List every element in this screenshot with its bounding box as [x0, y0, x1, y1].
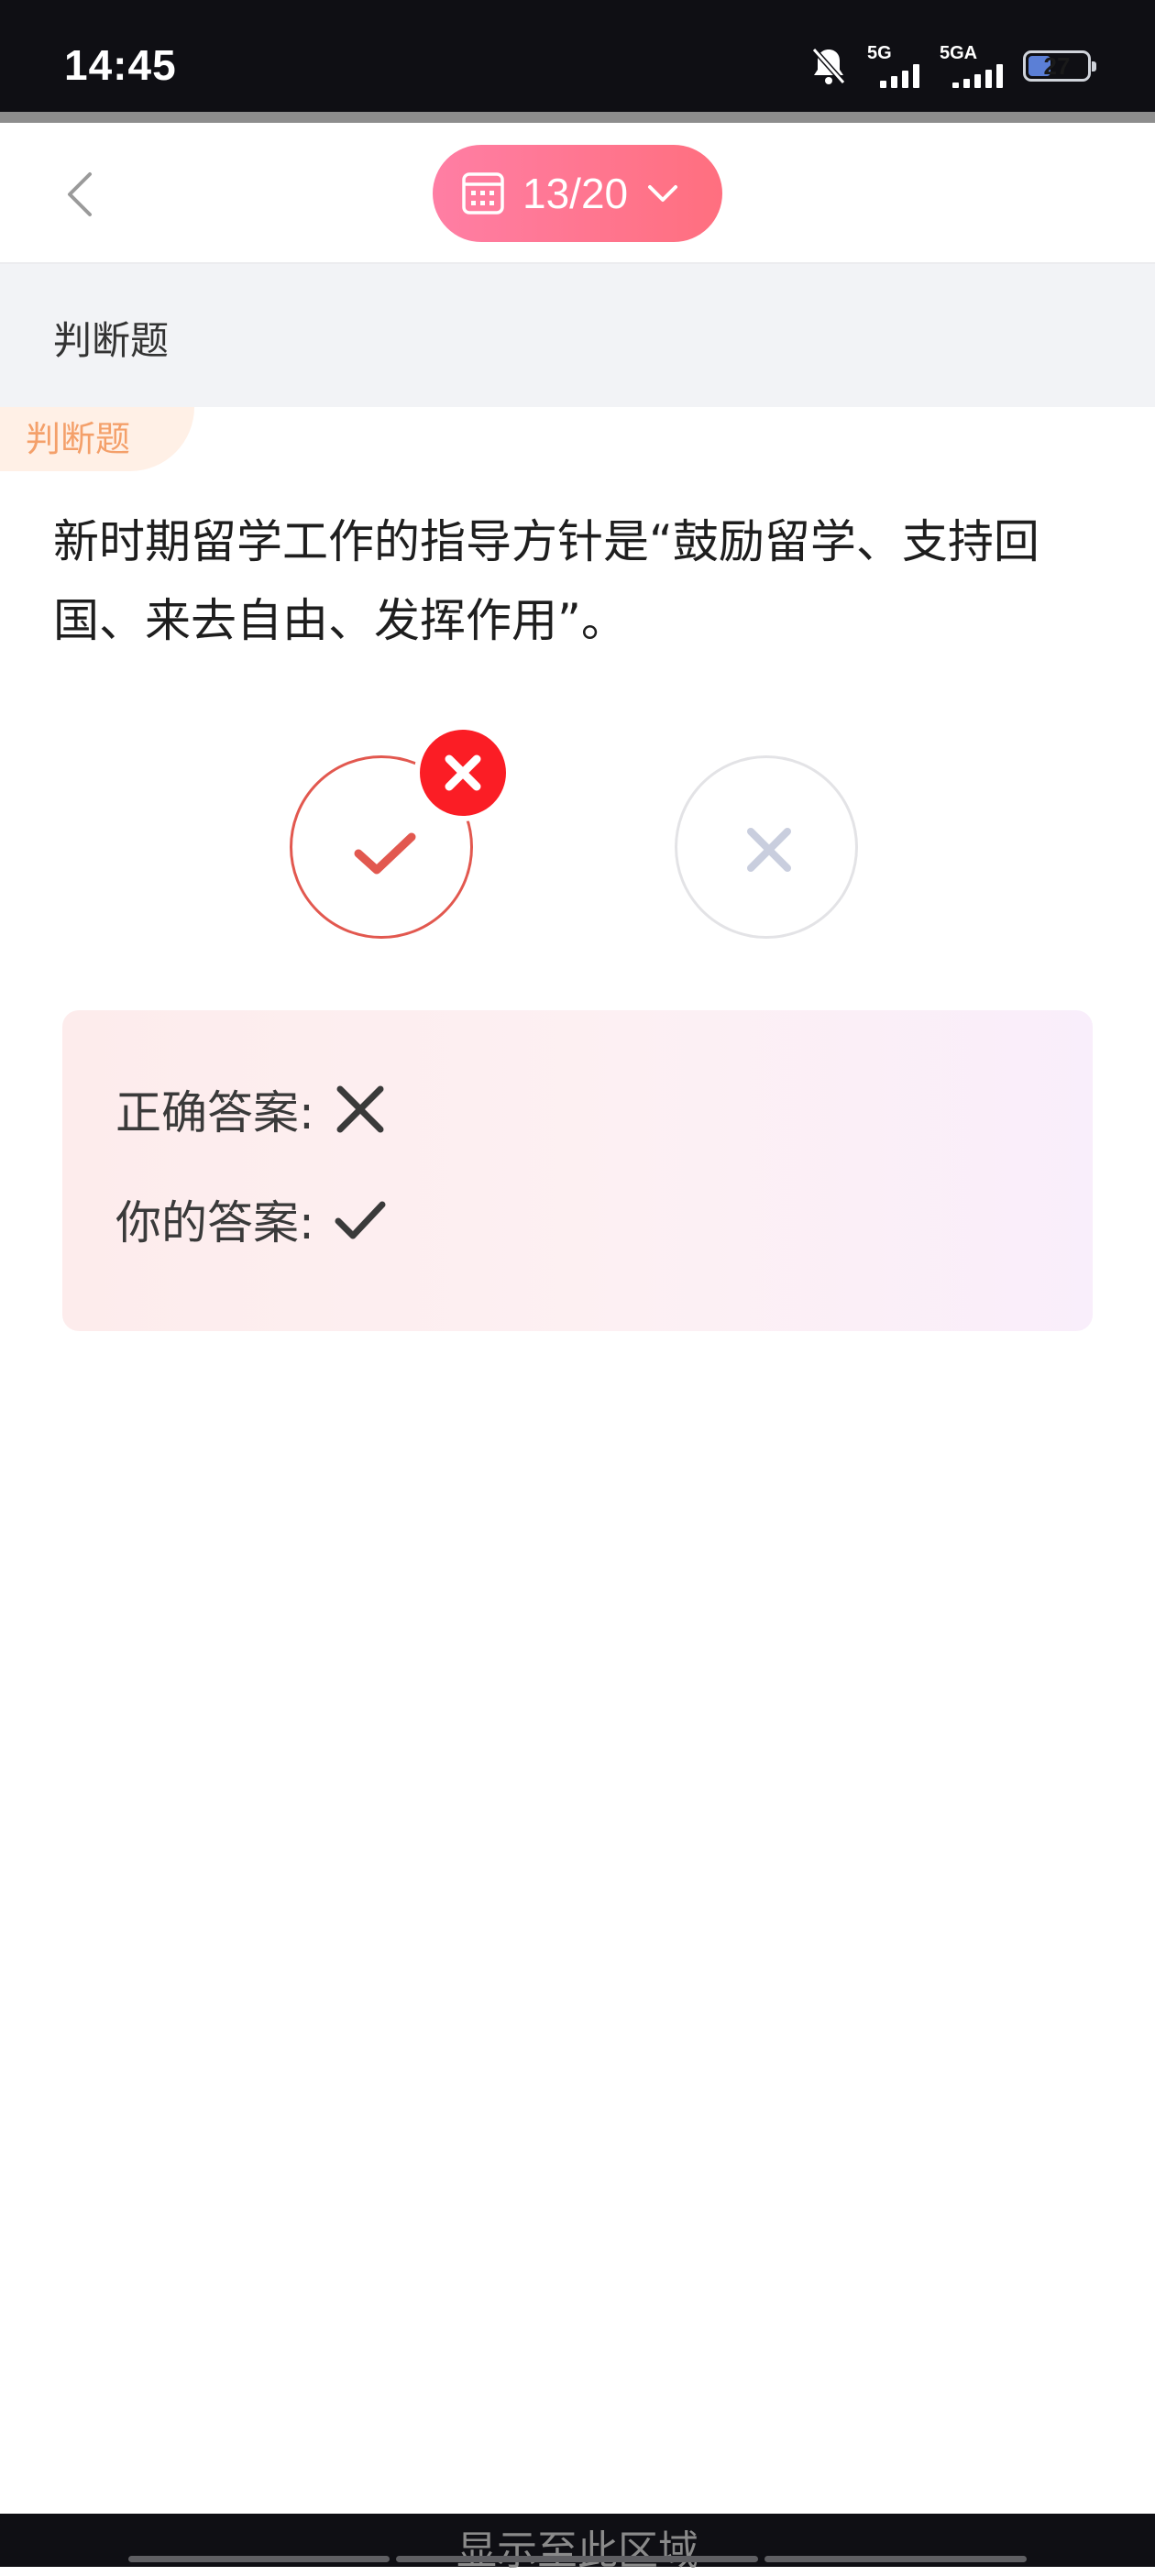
status-divider	[0, 112, 1155, 123]
status-time: 14:45	[64, 41, 177, 89]
status-icons: 5G 5GA 27	[810, 40, 1096, 92]
signal-5ga: 5GA	[940, 44, 1003, 88]
progress-count: 13/20	[522, 170, 629, 217]
signal-icon	[880, 62, 919, 88]
correct-answer-label: 正确答案:	[116, 1086, 314, 1139]
your-answer-row: 你的答案:	[116, 1186, 390, 1252]
wrong-answer-badge	[414, 724, 512, 821]
option-false-button[interactable]	[675, 755, 858, 939]
signal-icon	[952, 62, 1003, 88]
cross-icon	[445, 754, 481, 791]
status-bar: 14:45 5G 5GA 27	[0, 0, 1155, 112]
question-type-tag: 判断题	[0, 407, 194, 471]
gesture-bar	[128, 2556, 390, 2562]
chevron-left-icon	[68, 172, 92, 216]
nav-bar: 13/20	[0, 123, 1155, 264]
section-header: 判断题	[0, 264, 1155, 407]
signal-5g: 5G	[867, 44, 919, 88]
your-answer-label: 你的答案:	[116, 1196, 314, 1249]
check-icon	[335, 1201, 386, 1239]
battery-icon: 27	[1023, 50, 1096, 82]
section-title: 判断题	[53, 318, 170, 363]
cross-icon	[747, 828, 791, 872]
question-text: 新时期留学工作的指导方针是“鼓励留学、支持回国、来去自由、发挥作用”。	[53, 515, 1040, 647]
cross-icon	[336, 1085, 384, 1133]
chevron-down-icon	[648, 185, 678, 202]
gesture-bar	[764, 2556, 1027, 2562]
question-progress-button[interactable]: 13/20	[433, 145, 722, 242]
gesture-bar	[396, 2556, 758, 2562]
answer-card: 正确答案: 你的答案:	[62, 1010, 1093, 1331]
calendar-grid-icon	[462, 172, 504, 215]
correct-answer-row: 正确答案:	[116, 1076, 390, 1142]
bottom-region-label: 显示至此区域	[456, 2527, 698, 2574]
signal-5g-label: 5G	[867, 43, 892, 63]
back-button[interactable]	[57, 169, 103, 220]
bell-muted-icon	[811, 48, 846, 84]
bottom-bar: 显示至此区域	[0, 2514, 1155, 2574]
battery-level: 27	[1043, 51, 1071, 80]
signal-5ga-label: 5GA	[940, 43, 978, 63]
